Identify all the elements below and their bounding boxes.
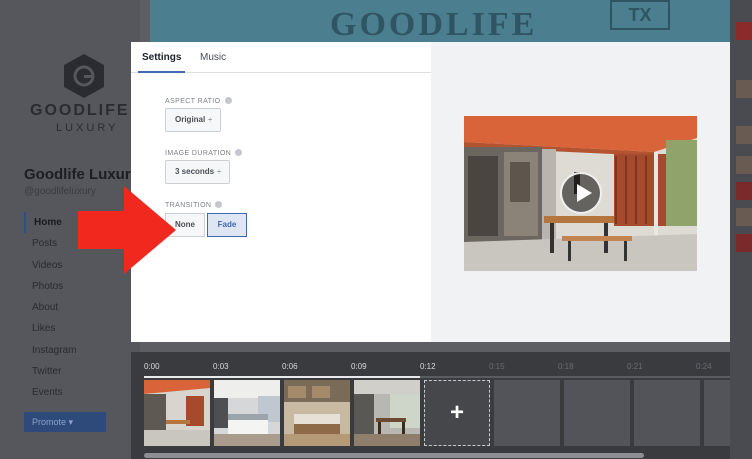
timeline-tick-label: 0:18	[558, 362, 574, 371]
image-duration-label: IMAGE DURATION	[165, 149, 243, 157]
timeline-clip-bedroom[interactable]	[214, 380, 280, 446]
image-duration-label-text: IMAGE DURATION	[165, 150, 232, 157]
dialog-tabs: Settings Music	[131, 42, 431, 73]
nav-item-instagram[interactable]: Instagram	[24, 340, 134, 361]
timeline-clip-patio[interactable]	[144, 380, 210, 446]
empty-clip-slot	[634, 380, 700, 446]
page-name: Goodlife Luxury	[24, 166, 140, 183]
select-caret-icon: ÷	[217, 169, 221, 176]
rail-thumbnail	[736, 182, 752, 200]
timeline-tick-label: 0:00	[144, 362, 160, 371]
transition-fade-button[interactable]: Fade	[207, 213, 247, 237]
tab-settings[interactable]: Settings	[137, 52, 186, 73]
red-arrow-icon	[78, 186, 176, 274]
play-icon[interactable]	[560, 172, 602, 214]
rail-thumbnail	[736, 22, 752, 40]
tab-music[interactable]: Music	[200, 52, 226, 63]
nav-item-photos[interactable]: Photos	[24, 276, 134, 297]
aspect-ratio-label-text: ASPECT RATIO	[165, 98, 221, 105]
timeline-scrollbar[interactable]	[144, 453, 644, 458]
nav-item-likes[interactable]: Likes	[24, 318, 134, 339]
promote-label: Promote	[32, 417, 67, 427]
cover-banner: GOODLIFE TX	[150, 0, 730, 46]
cover-banner-badge: TX	[610, 0, 670, 30]
clip-thumbnail	[144, 380, 210, 446]
info-icon[interactable]	[224, 97, 232, 104]
empty-clip-slot	[494, 380, 560, 446]
clip-thumbnail	[214, 380, 280, 446]
timeline-tick-label: 0:06	[282, 362, 298, 371]
brand-logo-icon	[64, 54, 104, 98]
nav-item-twitter[interactable]: Twitter	[24, 361, 134, 382]
right-rail	[730, 0, 752, 459]
slideshow-timeline: 0:00 0:03 0:06 0:09 0:12 0:15 0:18 0:21 0:24	[131, 352, 730, 459]
info-icon[interactable]	[235, 149, 243, 156]
cover-banner-text: GOODLIFE	[330, 6, 538, 43]
brand-name: GOODLIFE	[30, 102, 130, 119]
add-photo-button[interactable]: +	[424, 380, 490, 446]
brand-subtitle: LUXURY	[56, 122, 119, 134]
image-duration-value: 3 seconds	[175, 167, 215, 176]
slideshow-dialog: Settings Music ASPECT RATIO Original ÷ IM…	[131, 42, 730, 342]
aspect-ratio-value: Original	[175, 115, 206, 124]
rail-thumbnail	[736, 156, 752, 174]
time-ruler: 0:00 0:03 0:06 0:09 0:12 0:15 0:18 0:21 0:24	[144, 360, 730, 380]
aspect-ratio-select[interactable]: Original ÷	[165, 108, 222, 132]
empty-clip-slot	[564, 380, 630, 446]
empty-clip-slot	[704, 380, 730, 446]
rail-thumbnail	[736, 208, 752, 226]
slideshow-preview[interactable]	[464, 116, 697, 271]
timeline-tick-label: 0:03	[213, 362, 229, 371]
nav-item-about[interactable]: About	[24, 297, 134, 318]
rail-thumbnail	[736, 80, 752, 98]
promote-button[interactable]: Promote ▾	[24, 412, 106, 432]
plus-icon: +	[449, 399, 464, 426]
ruler-track-filled	[144, 376, 420, 378]
timeline-clip-kitchen[interactable]	[284, 380, 350, 446]
image-duration-select[interactable]: 3 seconds ÷	[165, 160, 230, 184]
settings-panel: Settings Music ASPECT RATIO Original ÷ IM…	[131, 42, 431, 342]
timeline-tick-label: 0:09	[351, 362, 367, 371]
clip-thumbnail	[354, 380, 420, 446]
info-icon[interactable]	[215, 201, 223, 208]
timeline-tick-label: 0:12	[420, 362, 436, 371]
rail-thumbnail	[736, 126, 752, 144]
rail-thumbnail	[736, 234, 752, 252]
select-caret-icon: ÷	[208, 117, 213, 124]
timeline-tick-label: 0:15	[489, 362, 505, 371]
aspect-ratio-label: ASPECT RATIO	[165, 97, 232, 105]
timeline-tick-label: 0:24	[696, 362, 712, 371]
timeline-clip-dining-room[interactable]	[354, 380, 420, 446]
timeline-tick-label: 0:21	[627, 362, 643, 371]
clip-thumbnail	[284, 380, 350, 446]
nav-item-events[interactable]: Events	[24, 382, 134, 403]
